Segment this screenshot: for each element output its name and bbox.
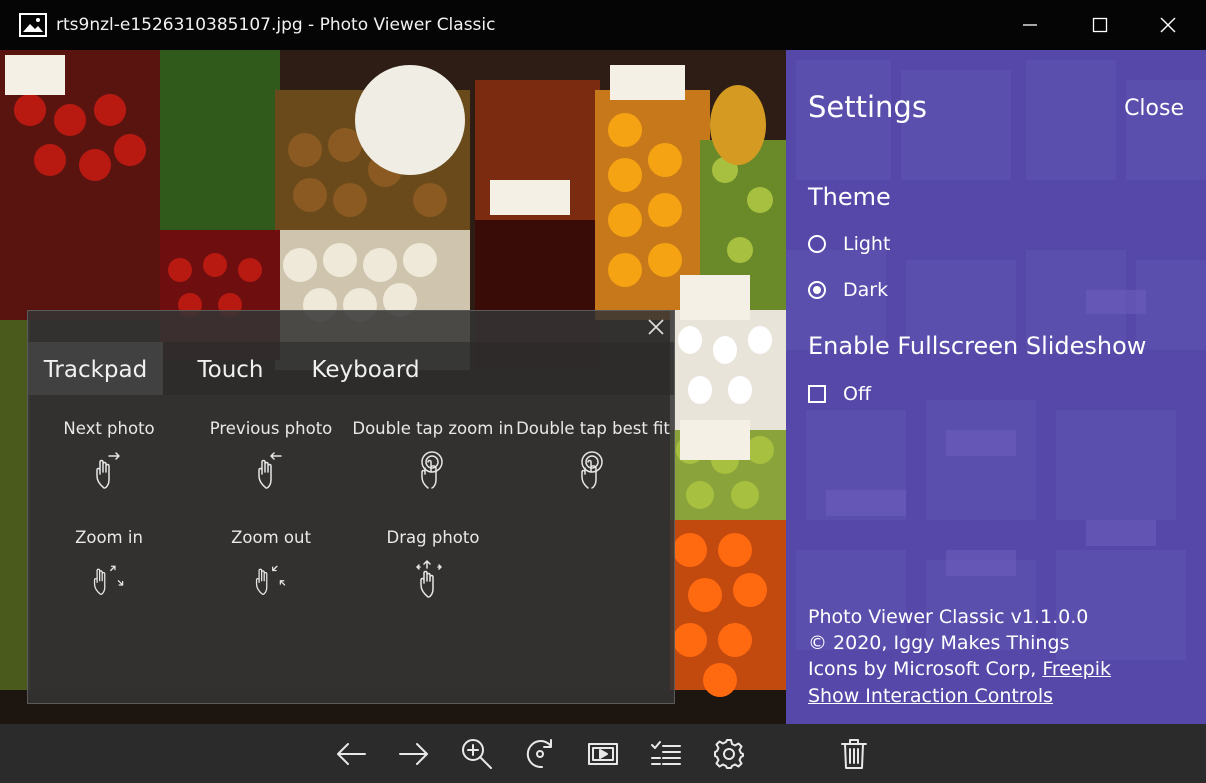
theme-option-light[interactable]: Light [808,233,890,255]
double-tap-icon [581,451,603,489]
gesture-label: Next photo [63,419,155,438]
select-list-button[interactable] [648,736,684,772]
next-button[interactable] [396,736,432,772]
gesture-drag-photo: Drag photo [352,528,514,599]
radio-label: Light [843,233,891,255]
radio-button[interactable] [808,235,826,253]
gear-icon [714,739,744,769]
previous-icon [337,743,366,765]
swipe-right-icon [96,452,120,489]
delete-button[interactable] [836,736,872,772]
tab-trackpad[interactable]: Trackpad [28,342,163,395]
next-icon [399,743,428,765]
slideshow-heading: Enable Fullscreen Slideshow [808,332,1147,360]
version-text: Photo Viewer Classic v1.1.0.0 [808,606,1089,628]
swipe-left-icon [258,452,282,489]
gesture-previous-photo: Previous photo [190,419,352,490]
settings-pane: Settings Close Theme Light Dark Enable F… [786,50,1206,724]
double-tap-icon [421,451,443,489]
theme-option-dark[interactable]: Dark [808,279,888,301]
icons-credit: Icons by Microsoft Corp, Freepik [808,658,1111,680]
maximize-button[interactable] [1066,0,1134,50]
gesture-double-tap-best-fit: Double tap best fit [512,419,674,490]
gesture-zoom-in: Zoom in [28,528,190,599]
zoom-in-icon [462,739,492,769]
window-title: rts9nzl-e1526310385107.jpg - Photo Viewe… [56,15,496,35]
tab-touch[interactable]: Touch [178,342,283,395]
icons-credit-prefix: Icons by Microsoft Corp, [808,658,1043,680]
slideshow-button[interactable] [585,736,621,772]
title-bar: rts9nzl-e1526310385107.jpg - Photo Viewe… [0,0,1206,50]
gesture-label: Zoom out [231,528,311,547]
rotate-icon [526,739,552,769]
help-tab-bar: Trackpad Touch Keyboard [28,342,674,395]
bottom-toolbar [0,724,1206,783]
gesture-zoom-out: Zoom out [190,528,352,599]
previous-button[interactable] [333,736,369,772]
show-interaction-controls-link[interactable]: Show Interaction Controls [808,685,1053,707]
settings-title: Settings [808,90,927,124]
settings-list-icon [651,741,681,765]
gesture-next-photo: Next photo [28,419,190,490]
minimize-icon [1023,24,1037,26]
delete-icon [841,739,867,769]
close-icon [1160,17,1176,33]
radio-button[interactable] [808,281,826,299]
slideshow-checkbox[interactable] [808,385,826,403]
maximize-icon [1092,17,1108,33]
zoom-in-button[interactable] [459,736,495,772]
pinch-in-icon [255,565,286,595]
copyright-text: © 2020, Iggy Makes Things [808,632,1070,654]
tab-keyboard[interactable]: Keyboard [303,342,428,395]
close-window-button[interactable] [1134,0,1202,50]
pinch-out-icon [93,565,124,595]
minimize-button[interactable] [996,0,1064,50]
freepik-link[interactable]: Freepik [1042,658,1111,680]
slideshow-icon [588,743,618,765]
drag-icon [416,560,442,598]
gesture-label: Drag photo [386,528,480,547]
gesture-double-tap-zoom-in: Double tap zoom in [352,419,514,490]
rotate-button[interactable] [522,736,558,772]
gesture-label: Double tap zoom in [352,419,514,438]
gesture-label: Previous photo [209,419,333,438]
settings-button[interactable] [711,736,747,772]
radio-label: Dark [843,279,889,301]
gesture-label: Double tap best fit [516,419,670,438]
photo-app-icon [19,13,47,37]
gesture-label: Zoom in [75,528,143,547]
close-help-icon[interactable] [646,317,666,337]
settings-close-button[interactable]: Close [1124,96,1184,121]
interaction-help-panel: Trackpad Touch Keyboard Next photo Previ… [27,310,675,704]
slideshow-toggle[interactable]: Off [808,383,871,405]
theme-heading: Theme [808,183,891,211]
checkbox-label: Off [843,383,872,405]
